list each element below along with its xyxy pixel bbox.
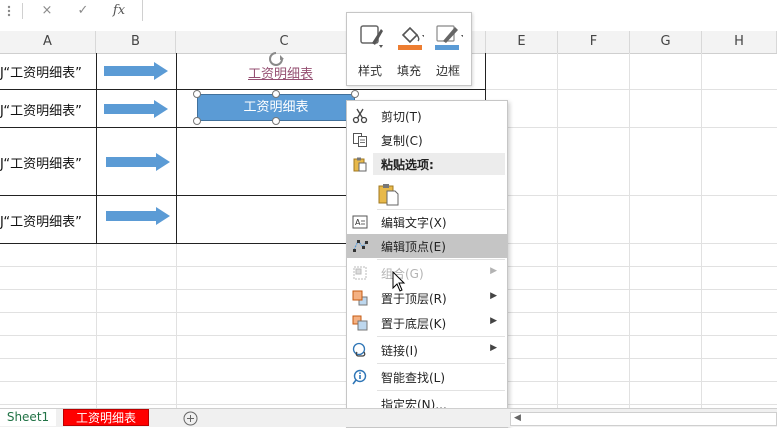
- menu-item-edit-text[interactable]: A 编辑文字(X): [347, 210, 507, 234]
- gridline: [486, 89, 777, 90]
- menu-item-label: 粘贴选项:: [381, 158, 434, 172]
- horizontal-scrollbar[interactable]: ◀: [510, 412, 777, 426]
- cell-a1[interactable]: J“工资明细表”: [0, 62, 82, 81]
- column-header-h[interactable]: H: [702, 31, 777, 53]
- menu-item-cut[interactable]: 剪切(T): [347, 104, 507, 128]
- gridline: [176, 244, 177, 408]
- resize-handle[interactable]: [272, 90, 280, 98]
- menu-item-label: 置于顶层(R): [381, 292, 447, 306]
- menu-item-label: 复制(C): [381, 134, 423, 148]
- arrow-right-shape[interactable]: [106, 153, 170, 171]
- table-border: [0, 89, 486, 90]
- bring-to-front-icon: [352, 290, 368, 306]
- cell-a4[interactable]: J“工资明细表”: [0, 211, 82, 230]
- insert-function-button[interactable]: fx: [108, 2, 130, 20]
- arrow-right-shape[interactable]: [106, 207, 170, 225]
- shape-style-label: 样式: [357, 64, 382, 78]
- gridline: [701, 53, 702, 408]
- shape-fill-label: 填充: [396, 64, 421, 78]
- shape-outline-button[interactable]: 边框: [429, 19, 467, 79]
- column-header-b[interactable]: B: [96, 31, 176, 53]
- cell-a3[interactable]: J“工资明细表”: [0, 153, 82, 172]
- group-icon: [353, 266, 367, 280]
- resize-handle[interactable]: [193, 90, 201, 98]
- resize-handle[interactable]: [351, 90, 359, 98]
- arrow-right-shape[interactable]: [104, 62, 168, 80]
- menu-item-smart-lookup[interactable]: 智能查找(L): [347, 365, 507, 389]
- menu-item-bring-to-front[interactable]: 置于顶层(R) ▶: [347, 286, 507, 310]
- menu-item-label: 剪切(T): [381, 110, 422, 124]
- column-header-g[interactable]: G: [630, 31, 702, 53]
- gridline: [486, 243, 777, 244]
- rotate-handle-icon[interactable]: [266, 50, 286, 68]
- gridline: [486, 127, 777, 128]
- paste-clipboard-icon[interactable]: [377, 182, 401, 206]
- table-border: [176, 53, 177, 244]
- edit-points-icon: [353, 239, 368, 252]
- shape-fill-button[interactable]: 填充: [390, 19, 428, 79]
- link-icon: [352, 342, 366, 357]
- submenu-arrow-icon: ▶: [490, 266, 497, 276]
- resize-handle[interactable]: [193, 117, 201, 125]
- mini-toolbar: 样式 填充 边框: [346, 12, 472, 86]
- confirm-icon[interactable]: ✓: [72, 2, 94, 20]
- resize-handle[interactable]: [272, 117, 280, 125]
- paint-bucket-icon: [398, 26, 424, 50]
- cell-a2[interactable]: J“工资明细表”: [0, 100, 82, 119]
- gridline: [96, 244, 97, 408]
- shape-outline-label: 边框: [435, 64, 460, 78]
- arrow-right-shape[interactable]: [104, 100, 168, 118]
- scissors-icon: [352, 108, 368, 124]
- menu-separator: [377, 390, 505, 391]
- gridline: [557, 53, 558, 408]
- more-vertical-icon[interactable]: [2, 2, 16, 20]
- column-header-e[interactable]: E: [486, 31, 558, 53]
- menu-item-label: 置于底层(K): [381, 317, 447, 331]
- menu-separator: [377, 363, 505, 364]
- menu-item-link[interactable]: 链接(I) ▶: [347, 338, 507, 362]
- submenu-arrow-icon: ▶: [490, 343, 497, 353]
- edit-text-icon: A: [352, 215, 368, 229]
- clipboard-icon: [353, 157, 367, 172]
- send-to-back-icon: [352, 315, 368, 331]
- menu-item-copy[interactable]: 复制(C): [347, 128, 507, 152]
- gridline: [629, 53, 630, 408]
- column-header-f[interactable]: F: [558, 31, 630, 53]
- table-border: [96, 53, 97, 244]
- menu-separator: [377, 336, 505, 337]
- column-header-a[interactable]: A: [0, 31, 96, 53]
- svg-text:A: A: [355, 218, 361, 227]
- shape-style-button[interactable]: 样式: [351, 19, 389, 79]
- smart-lookup-icon: [352, 369, 367, 385]
- menu-separator: [377, 259, 505, 260]
- formula-bar-separator: [22, 3, 23, 19]
- cancel-icon[interactable]: ×: [36, 2, 58, 20]
- submenu-arrow-icon: ▶: [490, 316, 497, 326]
- gridline: [486, 195, 777, 196]
- menu-item-label: 编辑顶点(E): [381, 240, 446, 254]
- menu-item-group[interactable]: 组合(G) ▶: [347, 261, 507, 285]
- menu-item-label: 编辑文字(X): [381, 216, 447, 230]
- menu-item-send-to-back[interactable]: 置于底层(K) ▶: [347, 311, 507, 335]
- menu-item-edit-points[interactable]: 编辑顶点(E): [347, 234, 507, 258]
- context-menu: 剪切(T) 复制(C) 粘贴选项: A 编辑文字(X) 编辑顶点(E) 组合(G…: [346, 100, 508, 428]
- add-sheet-icon[interactable]: [183, 411, 198, 426]
- sheet-tab-sheet1[interactable]: Sheet1: [0, 409, 56, 426]
- shape-style-icon: [360, 25, 383, 48]
- scroll-left-icon[interactable]: ◀: [514, 413, 521, 423]
- menu-item-paste-options: 粘贴选项:: [347, 152, 507, 176]
- pen-outline-icon: [435, 25, 463, 50]
- submenu-arrow-icon: ▶: [490, 291, 497, 301]
- copy-icon: [353, 133, 367, 147]
- sheet-tab-salary[interactable]: 工资明细表: [63, 409, 149, 426]
- menu-item-label: 链接(I): [381, 344, 418, 358]
- menu-item-label: 智能查找(L): [381, 371, 446, 385]
- mouse-cursor-icon: [392, 271, 406, 292]
